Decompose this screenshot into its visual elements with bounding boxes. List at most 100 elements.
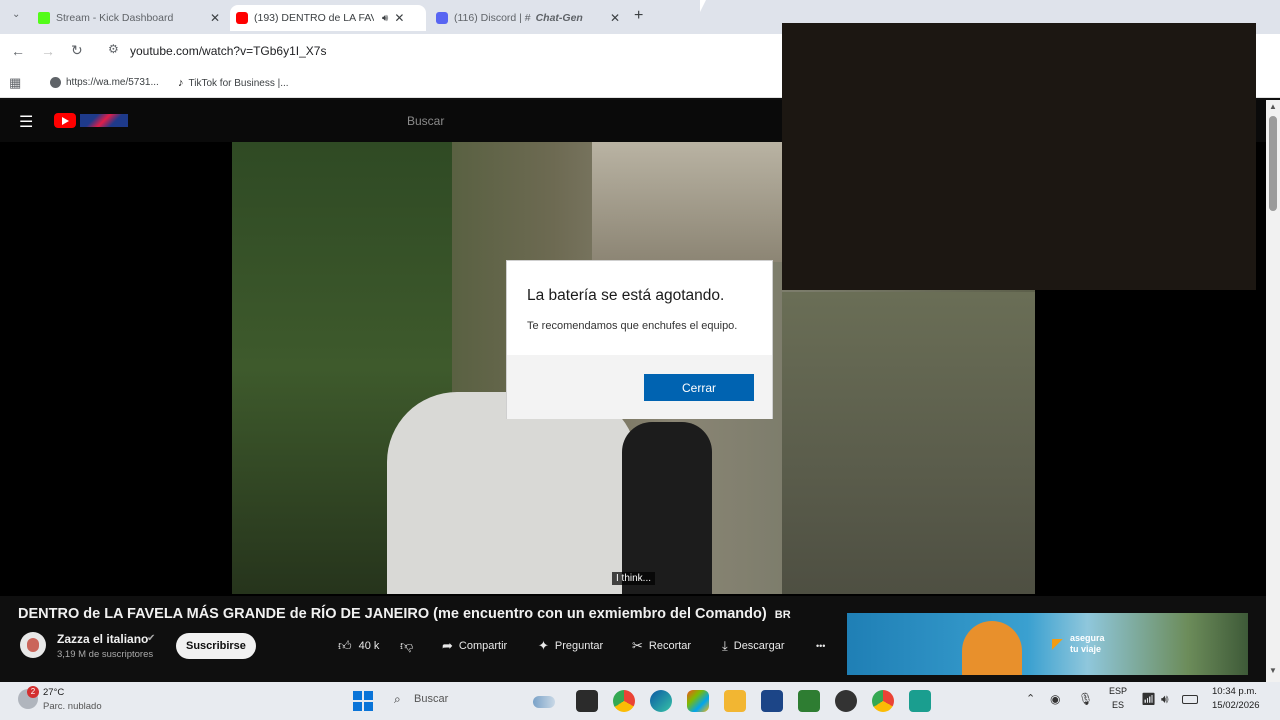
close-tab-icon[interactable]: ✕	[210, 11, 220, 25]
scroll-up-icon[interactable]: ▲	[1269, 102, 1277, 111]
close-button[interactable]: Cerrar	[644, 374, 754, 401]
download-button[interactable]: ⤓ Descargar	[712, 633, 795, 659]
back-arrow-icon[interactable]: ←	[11, 43, 25, 59]
video-info: DENTRO de LA FAVELA MÁS GRANDE de RÍO DE…	[0, 596, 1266, 682]
dialog-message: Te recomendamos que enchufes el equipo.	[527, 320, 738, 332]
reload-icon[interactable]: ↻	[71, 42, 83, 59]
clip-button[interactable]: ✂ Recortar	[622, 633, 701, 659]
ad-banner[interactable]: ◤ asegura tu viaje	[847, 613, 1248, 675]
overlay-window[interactable]	[782, 23, 1256, 290]
video-person-dark	[622, 422, 712, 594]
task-view-icon[interactable]	[576, 690, 598, 712]
copilot-icon[interactable]	[687, 690, 709, 712]
youtube-favicon-icon	[236, 12, 248, 24]
speaker-icon[interactable]: 🔊︎	[382, 13, 388, 24]
search-input[interactable]: Buscar	[407, 114, 444, 128]
thumbs-down-icon: 👎︎	[400, 638, 414, 653]
clock-date[interactable]: 15/02/2026	[1212, 700, 1260, 711]
sparkle-icon: ✦	[538, 638, 549, 653]
excel-icon[interactable]	[798, 690, 820, 712]
taskbar-search[interactable]: Buscar	[414, 693, 448, 705]
edge-icon[interactable]	[650, 690, 672, 712]
tiktok-icon: ♪	[178, 77, 184, 89]
close-tab-icon[interactable]: ✕	[394, 11, 404, 25]
ad-text-line1: asegura	[1070, 633, 1105, 643]
file-explorer-icon[interactable]	[724, 690, 746, 712]
thumbs-up-icon: 👍︎	[338, 638, 352, 653]
subscriber-count: 3,19 M de suscriptores	[57, 649, 154, 660]
doodle-logo-icon	[80, 114, 128, 127]
share-button[interactable]: ➦ Compartir	[432, 633, 517, 659]
globe-icon	[50, 77, 61, 88]
language-code[interactable]: ESP	[1109, 686, 1127, 696]
page-scrollbar[interactable]: ▲ ▼	[1266, 100, 1280, 682]
tab-search-chevron-icon[interactable]: ⌄	[12, 9, 20, 20]
windows-taskbar: 2 27°C Parc. nublado ⌕ Buscar ⌃ ◉ 🎙︎ ESP…	[0, 682, 1280, 720]
search-icon[interactable]: ⌕	[394, 692, 401, 707]
close-tab-icon[interactable]: ✕	[610, 11, 620, 25]
windows-start-icon[interactable]	[353, 691, 373, 711]
address-bar[interactable]: youtube.com/watch?v=TGb6y1I_X7s	[130, 44, 326, 58]
weather-temp: 27°C	[43, 687, 65, 698]
screen-app-icon[interactable]	[909, 690, 931, 712]
bookmark-label: https://wa.me/5731...	[66, 77, 159, 88]
ad-person	[962, 621, 1022, 675]
new-tab-button[interactable]: +	[634, 7, 643, 25]
video-building	[592, 142, 782, 262]
video-wall	[782, 292, 1035, 594]
mouse-cursor-icon	[700, 0, 706, 12]
apps-grid-icon[interactable]: ▦	[9, 75, 21, 91]
video-caption: I think...	[612, 572, 656, 585]
bookmark-tiktok[interactable]: ♪ TikTok for Business |...	[178, 77, 289, 89]
tab-kick-dashboard[interactable]: Stream - Kick Dashboard ✕	[32, 5, 226, 31]
dislike-button[interactable]: 👎︎	[390, 633, 423, 659]
weather-desc: Parc. nublado	[43, 701, 102, 712]
channel-name[interactable]: Zazza el italiano	[57, 632, 148, 646]
weather-badge: 2	[27, 686, 39, 698]
microphone-icon[interactable]: 🎙︎	[1078, 692, 1093, 706]
site-settings-icon[interactable]: ⚙	[108, 42, 119, 56]
chrome-icon[interactable]	[613, 690, 635, 712]
show-hidden-icons-icon[interactable]: ⌃	[1026, 692, 1035, 705]
menu-icon[interactable]: ☰	[19, 112, 33, 132]
tab-title: (116) Discord | #	[454, 12, 531, 24]
tab-youtube-video[interactable]: (193) DENTRO de LA FAVELA 🔊︎ ✕	[230, 5, 426, 31]
tab-discord[interactable]: (116) Discord | # Chat-Gen ✕	[430, 5, 626, 31]
chrome-profile-icon[interactable]	[872, 690, 894, 712]
youtube-logo-icon[interactable]	[54, 113, 76, 128]
bookmark-label: TikTok for Business |...	[188, 77, 289, 89]
app-icon[interactable]	[835, 690, 857, 712]
scroll-down-icon[interactable]: ▼	[1269, 666, 1277, 675]
network-app-icon[interactable]: ◉	[1050, 692, 1060, 706]
forward-arrow-icon[interactable]: →	[41, 43, 55, 59]
battery-warning-dialog: La batería se está agotando. Te recomend…	[506, 260, 773, 419]
tab-title-extra: Chat-Gen	[535, 12, 583, 24]
kick-favicon-icon	[38, 12, 50, 24]
clock-time[interactable]: 10:34 p.m.	[1212, 686, 1257, 697]
share-arrow-icon: ➦	[442, 638, 453, 653]
scissors-icon: ✂	[632, 638, 643, 653]
like-button[interactable]: 👍︎ 40 k	[328, 633, 389, 659]
keyboard-layout[interactable]: ES	[1112, 700, 1124, 710]
store-icon[interactable]	[761, 690, 783, 712]
subscribe-button[interactable]: Suscribirse	[176, 633, 256, 659]
dialog-title: La batería se está agotando.	[527, 287, 725, 304]
scrollbar-thumb[interactable]	[1269, 116, 1277, 211]
ask-button[interactable]: ✦ Preguntar	[528, 633, 613, 659]
search-highlight-icon[interactable]	[533, 696, 555, 708]
volume-icon[interactable]: 🔊︎	[1161, 692, 1169, 707]
country-flag: BR	[774, 609, 791, 621]
tab-title: Stream - Kick Dashboard	[56, 12, 174, 24]
channel-avatar[interactable]	[20, 632, 46, 658]
battery-icon[interactable]	[1182, 695, 1198, 704]
download-icon: ⤓	[722, 638, 728, 653]
video-title: DENTRO de LA FAVELA MÁS GRANDE de RÍO DE…	[18, 606, 791, 622]
video-person-shirt	[387, 392, 637, 594]
more-actions-button[interactable]: •••	[806, 633, 835, 659]
ad-logo-icon: ◤	[1052, 635, 1063, 651]
wifi-icon[interactable]: 📶︎	[1141, 692, 1156, 706]
verified-icon: ✔	[147, 633, 156, 644]
discord-favicon-icon	[436, 12, 448, 24]
bookmark-whatsapp[interactable]: https://wa.me/5731...	[50, 77, 159, 88]
tab-title: (193) DENTRO de LA FAVELA	[254, 12, 374, 24]
